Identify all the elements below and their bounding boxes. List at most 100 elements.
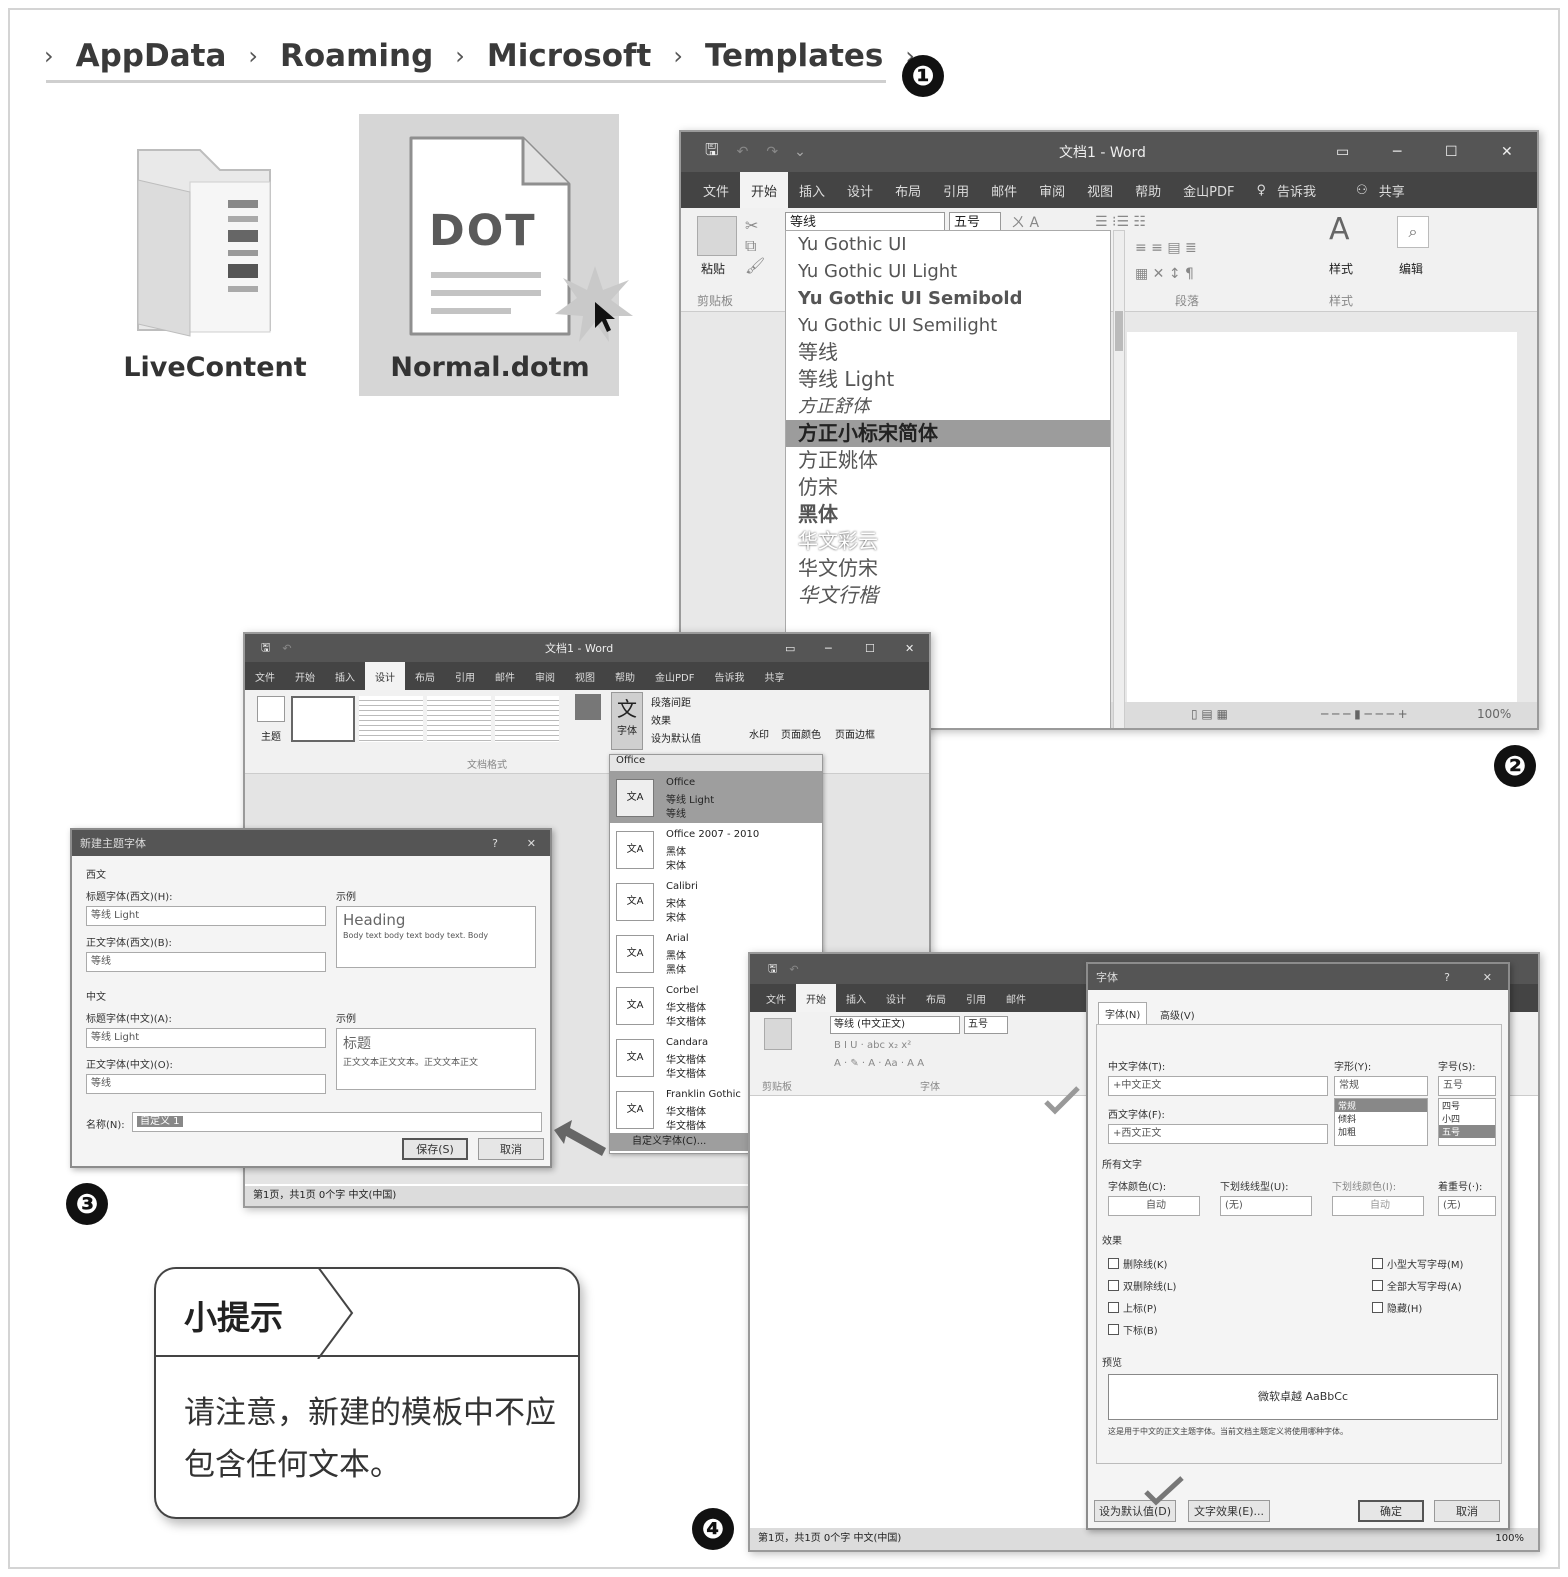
font-option[interactable]: 华文彩云 bbox=[786, 528, 1110, 555]
close-icon[interactable]: ✕ bbox=[1483, 971, 1492, 984]
font-option[interactable]: Yu Gothic UI bbox=[786, 231, 1110, 258]
style-set-thumbnail[interactable] bbox=[427, 696, 491, 742]
tab-help[interactable]: 帮助 bbox=[1124, 181, 1172, 200]
size-option-selected[interactable]: 五号 bbox=[1439, 1125, 1495, 1138]
heading-cjk-select[interactable]: 等线 Light bbox=[86, 1028, 326, 1048]
tab-insert[interactable]: 插入 bbox=[836, 991, 876, 1006]
page-color-button[interactable]: 页面颜色 bbox=[781, 726, 821, 741]
font-color-select[interactable]: 自动 bbox=[1108, 1196, 1200, 1216]
tab-insert[interactable]: 插入 bbox=[325, 669, 365, 684]
breadcrumb-item[interactable]: Microsoft bbox=[487, 38, 652, 74]
font-color-icons[interactable]: A · ✎ · A · Aa · A A bbox=[834, 1058, 924, 1069]
text-effects-button[interactable]: 文字效果(E)... bbox=[1188, 1500, 1270, 1522]
save-icon[interactable]: 🖫 bbox=[705, 139, 719, 166]
paste-button[interactable]: 粘贴 bbox=[701, 260, 725, 277]
tab-view[interactable]: 视图 bbox=[565, 669, 605, 684]
tab-insert[interactable]: 插入 bbox=[788, 181, 836, 200]
font-option[interactable]: Yu Gothic UI Light bbox=[786, 258, 1110, 285]
tab-design[interactable]: 设计 bbox=[365, 662, 405, 690]
checkbox-hidden[interactable]: 隐藏(H) bbox=[1372, 1300, 1422, 1315]
styles-icon[interactable]: A bbox=[1329, 212, 1350, 247]
cancel-button[interactable]: 取消 bbox=[478, 1138, 544, 1160]
fonts-button[interactable]: 文 字体 bbox=[611, 692, 643, 750]
file-name[interactable]: Normal.dotm bbox=[370, 352, 610, 383]
tell-me[interactable]: 告诉我 bbox=[1277, 181, 1327, 200]
share-button[interactable]: 共享 bbox=[754, 669, 794, 684]
size-input[interactable]: 五号 bbox=[1438, 1076, 1496, 1096]
maximize-icon[interactable]: ☐ bbox=[865, 642, 875, 655]
font-option[interactable]: 黑体 bbox=[786, 501, 1110, 528]
body-cjk-select[interactable]: 等线 bbox=[86, 1074, 326, 1094]
ribbon-display-icon[interactable]: ▭ bbox=[1336, 144, 1349, 160]
tab-layout[interactable]: 布局 bbox=[916, 991, 956, 1006]
checkbox-strikethrough[interactable]: 删除线(K) bbox=[1108, 1256, 1167, 1271]
cancel-button[interactable]: 取消 bbox=[1434, 1500, 1500, 1522]
font-option[interactable]: 等线 Light bbox=[786, 366, 1110, 393]
tab-font[interactable]: 字体(N) bbox=[1098, 1002, 1148, 1024]
paragraph-spacing[interactable]: 段落间距 bbox=[651, 694, 691, 709]
editing-button[interactable]: 编辑 bbox=[1399, 260, 1423, 277]
breadcrumb-item[interactable]: Templates bbox=[705, 38, 883, 74]
close-icon[interactable]: ✕ bbox=[905, 642, 914, 655]
undo-icon[interactable]: ↶ bbox=[789, 963, 798, 976]
effects-button[interactable]: 效果 bbox=[651, 712, 671, 727]
tell-me[interactable]: 告诉我 bbox=[704, 669, 754, 684]
shading-icons[interactable]: ▦ ✕ ↕ ¶ bbox=[1135, 266, 1194, 282]
maximize-icon[interactable]: ☐ bbox=[1445, 144, 1458, 160]
font-option[interactable]: Yu Gothic UI Semilight bbox=[786, 312, 1110, 339]
font-option[interactable]: 华文仿宋 bbox=[786, 555, 1110, 582]
font-option[interactable]: Yu Gothic UI Semibold bbox=[786, 285, 1110, 312]
tab-references[interactable]: 引用 bbox=[956, 991, 996, 1006]
tab-references[interactable]: 引用 bbox=[445, 669, 485, 684]
font-scheme-item[interactable]: 文A Office 2007 - 2010 黑体 宋体 bbox=[610, 823, 822, 875]
size-option[interactable]: 四号 bbox=[1439, 1099, 1495, 1112]
colors-icon[interactable] bbox=[575, 694, 601, 720]
tab-layout[interactable]: 布局 bbox=[405, 669, 445, 684]
font-name-box[interactable]: 等线 (中文正文) bbox=[830, 1016, 960, 1034]
zoom-slider[interactable]: ─ ─ ─ ▮ ─ ─ ─ + bbox=[1321, 707, 1408, 721]
paste-icon[interactable] bbox=[697, 216, 737, 256]
font-format-icons[interactable]: B I U · abc x₂ x² bbox=[834, 1040, 911, 1051]
style-set-thumbnail[interactable] bbox=[291, 696, 355, 742]
list-icons[interactable]: ☰ ⁝☰ ☷ bbox=[1095, 214, 1146, 230]
tab-mailings[interactable]: 邮件 bbox=[996, 991, 1036, 1006]
undo-icon[interactable]: ↶ bbox=[737, 144, 749, 160]
tab-file[interactable]: 文件 bbox=[681, 181, 740, 200]
font-list-scrollbar[interactable] bbox=[1113, 230, 1125, 728]
style-option-selected[interactable]: 常规 bbox=[1335, 1099, 1427, 1112]
redo-icon[interactable]: ↷ bbox=[766, 144, 778, 160]
tab-pdf[interactable]: 金山PDF bbox=[1172, 181, 1245, 200]
close-icon[interactable]: ✕ bbox=[527, 837, 536, 850]
tab-file[interactable]: 文件 bbox=[750, 991, 796, 1006]
tab-pdf[interactable]: 金山PDF bbox=[645, 669, 704, 684]
tab-review[interactable]: 审阅 bbox=[525, 669, 565, 684]
checkbox-superscript[interactable]: 上标(P) bbox=[1108, 1300, 1157, 1315]
checkbox-all-caps[interactable]: 全部大写字母(A) bbox=[1372, 1278, 1462, 1293]
page-borders-button[interactable]: 页面边框 bbox=[835, 726, 875, 741]
document-page[interactable] bbox=[1127, 332, 1517, 712]
help-icon[interactable]: ? bbox=[1444, 971, 1450, 984]
tab-layout[interactable]: 布局 bbox=[884, 181, 932, 200]
style-option[interactable]: 倾斜 bbox=[1335, 1112, 1427, 1125]
tab-help[interactable]: 帮助 bbox=[605, 669, 645, 684]
checkbox-subscript[interactable]: 下标(B) bbox=[1108, 1322, 1158, 1337]
copy-icon[interactable]: ⧉ bbox=[745, 236, 756, 256]
save-icon[interactable]: 🖫 bbox=[768, 960, 777, 979]
themes-button[interactable]: 主题 bbox=[261, 728, 281, 743]
cut-icon[interactable]: ✂ bbox=[745, 216, 758, 235]
emphasis-select[interactable]: (无) bbox=[1438, 1196, 1496, 1216]
font-scheme-item[interactable]: 文A Calibri 宋体 宋体 bbox=[610, 875, 822, 927]
save-button[interactable]: 保存(S) bbox=[402, 1138, 468, 1160]
share-button[interactable]: 共享 bbox=[1379, 181, 1416, 200]
tab-file[interactable]: 文件 bbox=[245, 669, 285, 684]
undo-icon[interactable]: ↶ bbox=[282, 642, 291, 655]
tab-references[interactable]: 引用 bbox=[932, 181, 980, 200]
tab-design[interactable]: 设计 bbox=[876, 991, 916, 1006]
ok-button[interactable]: 确定 bbox=[1358, 1500, 1424, 1522]
folder-name[interactable]: LiveContent bbox=[110, 352, 320, 383]
font-size-box[interactable]: 五号 bbox=[964, 1016, 1008, 1034]
style-input[interactable]: 常规 bbox=[1334, 1076, 1428, 1096]
set-default-button[interactable]: 设为默认值 bbox=[651, 730, 701, 745]
folder-icon[interactable] bbox=[130, 140, 290, 340]
styles-button[interactable]: 样式 bbox=[1329, 260, 1353, 277]
